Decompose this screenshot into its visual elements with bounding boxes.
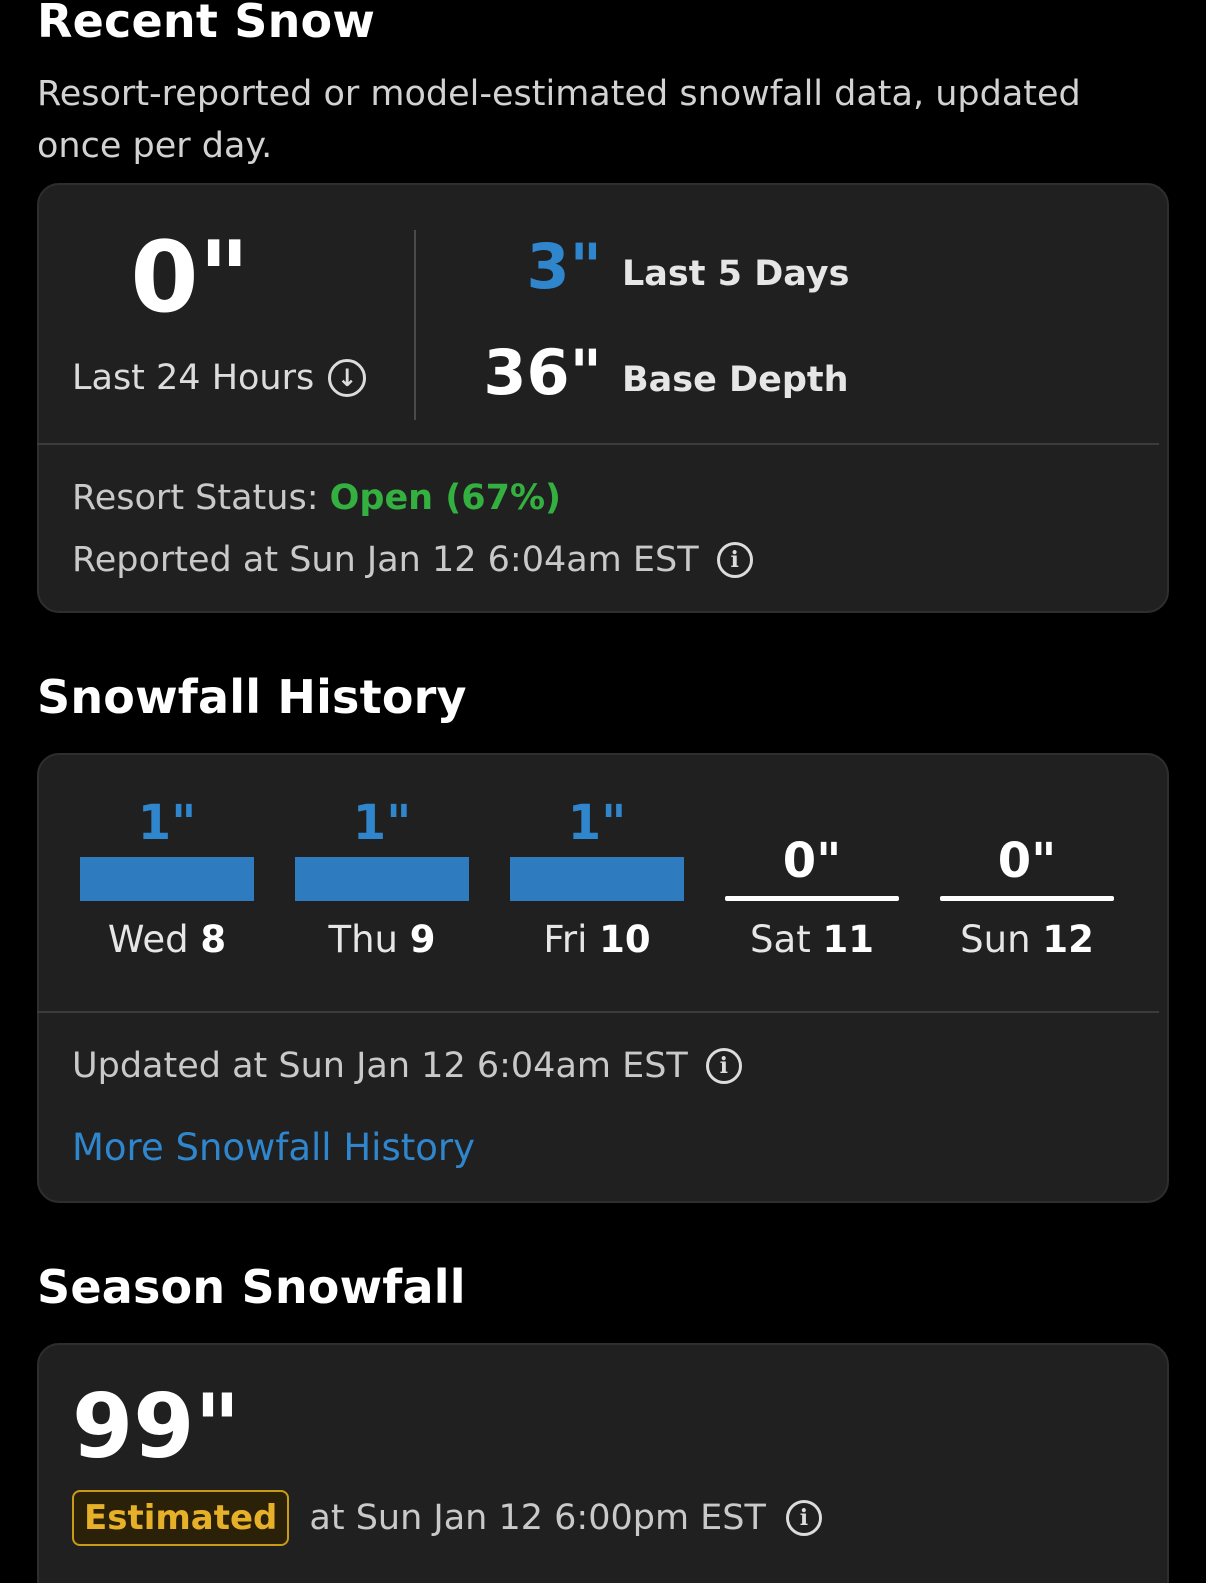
- day-date: 12: [1042, 918, 1094, 961]
- day-name: Wed: [107, 918, 189, 961]
- history-day-fri: 1" Fri 10: [510, 790, 684, 980]
- day-label: Wed 8: [80, 918, 254, 961]
- base-depth-label: Base Depth: [622, 360, 849, 400]
- estimated-at-text: at Sun Jan 12 6:00pm EST: [309, 1498, 766, 1538]
- day-snow-bar: [725, 896, 899, 901]
- more-snowfall-history-link[interactable]: More Snowfall History: [72, 1126, 475, 1169]
- day-snow-bar: [940, 896, 1114, 901]
- day-snow-bar: [80, 857, 254, 901]
- reported-at-row: Reported at Sun Jan 12 6:04am EST i: [72, 540, 753, 580]
- season-snowfall-value: 99": [72, 1375, 241, 1478]
- card-divider: [37, 1011, 1159, 1013]
- status-label: Resort Status:: [72, 478, 319, 518]
- day-label: Sat 11: [725, 918, 899, 961]
- info-icon[interactable]: i: [785, 1500, 822, 1536]
- updated-at-row: Updated at Sun Jan 12 6:04am EST i: [72, 1046, 742, 1086]
- day-snow-bar: [295, 857, 469, 901]
- history-day-thu: 1" Thu 9: [295, 790, 469, 980]
- day-snow-bar: [510, 857, 684, 901]
- day-snow-value: 0": [782, 833, 842, 889]
- season-snowfall-title: Season Snowfall: [37, 1260, 466, 1314]
- reported-at-text: Reported at Sun Jan 12 6:04am EST: [72, 540, 699, 580]
- day-label: Sun 12: [940, 918, 1114, 961]
- day-snow-value: 1": [137, 795, 197, 851]
- resort-status: Resort Status: Open (67%): [72, 478, 561, 518]
- status-open-value: Open (67%): [329, 478, 562, 518]
- day-name: Thu: [328, 918, 398, 961]
- card-divider: [37, 443, 1159, 445]
- day-label: Fri 10: [510, 918, 684, 961]
- day-date: 9: [409, 918, 436, 961]
- day-name: Fri: [543, 918, 588, 961]
- day-date: 8: [200, 918, 227, 961]
- day-date: 11: [822, 918, 874, 961]
- last-5-days-label: Last 5 Days: [622, 254, 850, 294]
- info-icon[interactable]: i: [705, 1048, 742, 1084]
- estimated-badge: Estimated: [72, 1490, 290, 1546]
- recent-snow-title: Recent Snow: [37, 0, 376, 48]
- history-day-wed: 1" Wed 8: [80, 790, 254, 980]
- day-snow-value: 1": [352, 795, 412, 851]
- base-depth-value: 36": [483, 336, 602, 409]
- day-snow-value: 1": [567, 795, 627, 851]
- day-date: 10: [599, 918, 651, 961]
- recent-snow-subtitle: Resort-reported or model-estimated snowf…: [37, 74, 1081, 166]
- history-day-sat: 0" Sat 11: [725, 790, 899, 980]
- day-label: Thu 9: [295, 918, 469, 961]
- history-day-sun: 0" Sun 12: [940, 790, 1114, 980]
- last-5-days-value: 3": [526, 230, 602, 303]
- day-name: Sat: [750, 918, 811, 961]
- day-snow-value: 0": [997, 833, 1057, 889]
- updated-at-text: Updated at Sun Jan 12 6:04am EST: [72, 1046, 688, 1086]
- snow-report-page: Recent Snow Resort-reported or model-est…: [0, 0, 1206, 1583]
- day-name: Sun: [960, 918, 1031, 961]
- snowfall-history-title: Snowfall History: [37, 670, 467, 724]
- estimated-row: Estimated at Sun Jan 12 6:00pm EST i: [72, 1490, 822, 1546]
- info-icon[interactable]: i: [716, 542, 753, 578]
